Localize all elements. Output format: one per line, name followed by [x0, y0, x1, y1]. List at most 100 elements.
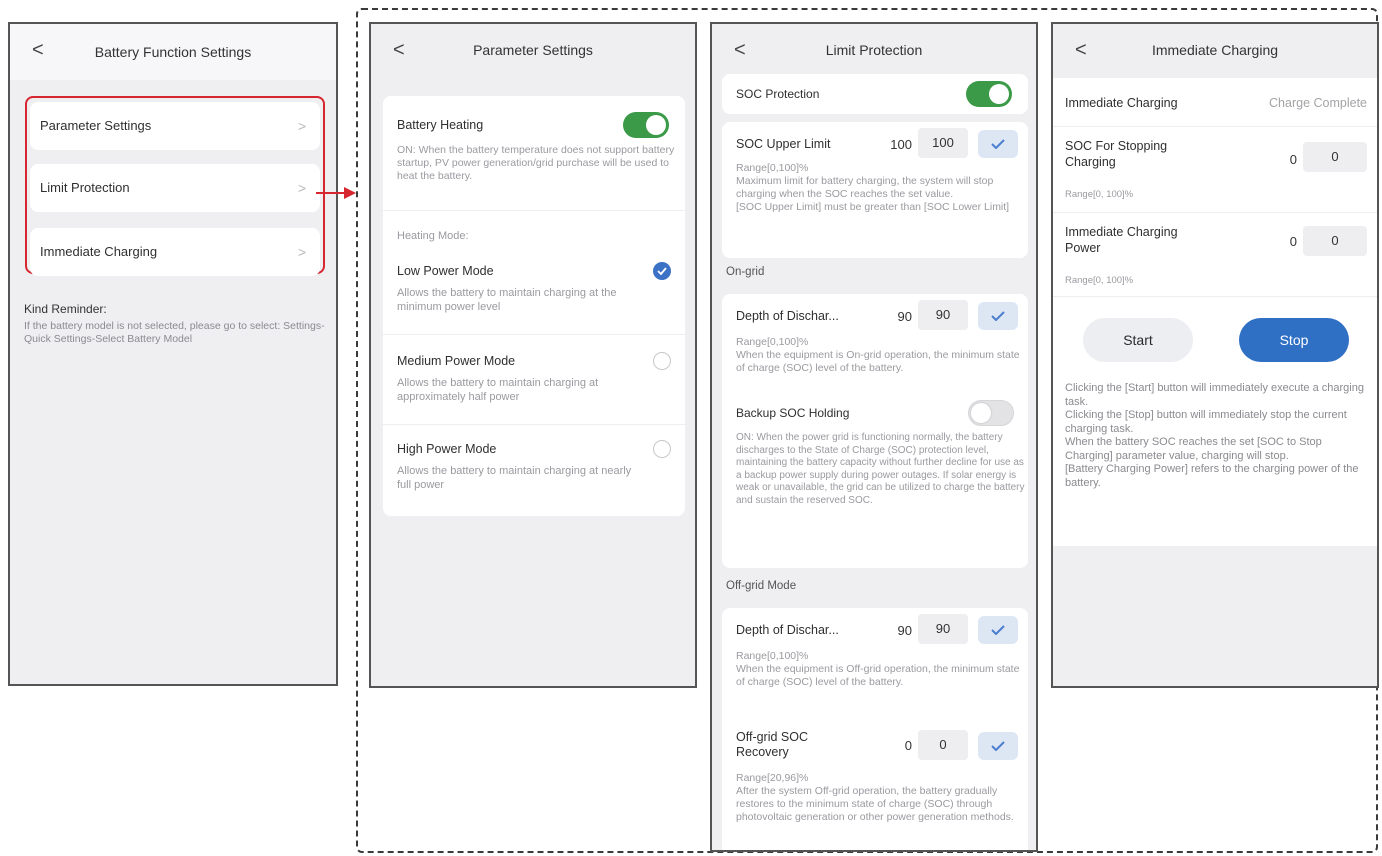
soc-protection-row: SOC Protection — [722, 74, 1028, 114]
menu-item-parameter-settings[interactable]: Parameter Settings > — [30, 102, 320, 150]
backup-soc-holding-label: Backup SOC Holding — [736, 406, 850, 420]
charging-power-label: Immediate Charging Power — [1065, 225, 1178, 255]
on-grid-dod-description: Range[0,100]% When the equipment is On-g… — [736, 336, 1020, 374]
off-grid-card: Depth of Dischar... 90 90 Range[0,100]% … — [722, 608, 1028, 850]
on-grid-dod-input[interactable]: 90 — [918, 300, 968, 330]
header: < Battery Function Settings — [10, 24, 336, 80]
on-grid-dod-label: Depth of Dischar... — [736, 309, 839, 323]
page-title: Parameter Settings — [473, 42, 593, 58]
off-grid-dod-current: 90 — [897, 623, 912, 638]
radio-empty-icon — [653, 440, 671, 458]
checkmark-icon — [991, 741, 1005, 751]
checkmark-icon — [991, 139, 1005, 149]
soc-stop-input[interactable]: 0 — [1303, 142, 1367, 172]
charging-power-input[interactable]: 0 — [1303, 226, 1367, 256]
radio-empty-icon — [653, 352, 671, 370]
chevron-right-icon: > — [297, 118, 306, 134]
header: < Immediate Charging — [1053, 24, 1377, 76]
soc-stop-label: SOC For Stopping Charging — [1065, 139, 1168, 169]
off-grid-dod-input[interactable]: 90 — [918, 614, 968, 644]
backup-soc-holding-toggle[interactable] — [968, 400, 1014, 426]
soc-upper-limit-current: 100 — [890, 137, 912, 152]
off-grid-soc-recovery-input[interactable]: 0 — [918, 730, 968, 760]
header: < Limit Protection — [712, 24, 1036, 76]
mode-option-label: High Power Mode — [397, 442, 497, 456]
charging-notes: Clicking the [Start] button will immedia… — [1065, 382, 1364, 489]
backup-soc-holding-description: ON: When the power grid is functioning n… — [736, 432, 1025, 506]
immediate-charging-status-value: Charge Complete — [1269, 96, 1367, 110]
back-chevron-icon[interactable]: < — [393, 38, 405, 62]
divider — [1053, 212, 1377, 213]
divider — [383, 334, 685, 335]
divider — [383, 424, 685, 425]
toggle-knob — [989, 84, 1009, 104]
charging-power-current: 0 — [1289, 234, 1297, 249]
stop-button[interactable]: Stop — [1239, 318, 1349, 362]
checkmark-icon — [991, 625, 1005, 635]
page-title: Battery Function Settings — [94, 44, 252, 60]
off-grid-dod-label: Depth of Dischar... — [736, 623, 839, 637]
mode-option-description: Allows the battery to maintain charging … — [397, 287, 617, 313]
immediate-charging-status-label: Immediate Charging — [1065, 96, 1178, 110]
menu-item-immediate-charging[interactable]: Immediate Charging > — [30, 228, 320, 276]
parameter-settings-screen: < Parameter Settings Battery Heating ON:… — [369, 22, 697, 688]
page-title: Immediate Charging — [1151, 42, 1279, 58]
kind-reminder-title: Kind Reminder: — [24, 302, 107, 316]
limit-protection-screen: < Limit Protection SOC Protection SOC Up… — [710, 22, 1038, 852]
chevron-right-icon: > — [297, 180, 306, 196]
off-grid-soc-recovery-confirm-button[interactable] — [978, 732, 1018, 760]
on-grid-card: Depth of Dischar... 90 90 Range[0,100]% … — [722, 294, 1028, 568]
header: < Parameter Settings — [371, 24, 695, 76]
toggle-knob — [646, 115, 666, 135]
soc-stop-range: Range[0, 100]% — [1065, 189, 1134, 200]
battery-heating-description: ON: When the battery temperature does no… — [397, 144, 675, 182]
off-grid-dod-confirm-button[interactable] — [978, 616, 1018, 644]
battery-function-settings-screen: < Battery Function Settings Parameter Se… — [8, 22, 338, 686]
checkmark-icon — [991, 311, 1005, 321]
divider — [383, 210, 685, 211]
soc-protection-label: SOC Protection — [736, 87, 820, 101]
off-grid-soc-recovery-description: Range[20,96]% After the system Off-grid … — [736, 772, 1014, 823]
mode-option-label: Medium Power Mode — [397, 354, 516, 368]
on-grid-section-label: On-grid — [726, 266, 765, 278]
mode-option-description: Allows the battery to maintain charging … — [397, 465, 632, 491]
divider — [1053, 126, 1377, 127]
immediate-charging-screen: < Immediate Charging Immediate Charging … — [1051, 22, 1379, 688]
off-grid-dod-description: Range[0,100]% When the equipment is Off-… — [736, 650, 1020, 688]
heating-mode-label: Heating Mode: — [397, 230, 469, 242]
mode-option-low-power[interactable]: Low Power Mode Allows the battery to mai… — [383, 256, 685, 336]
toggle-knob — [971, 403, 991, 423]
soc-upper-limit-input[interactable]: 100 — [918, 128, 968, 158]
page-title: Limit Protection — [825, 42, 923, 58]
start-button[interactable]: Start — [1083, 318, 1193, 362]
back-chevron-icon[interactable]: < — [734, 38, 746, 62]
arrow-right-icon — [316, 186, 358, 199]
off-grid-section-label: Off-grid Mode — [726, 580, 797, 592]
menu-item-label: Parameter Settings — [40, 118, 152, 133]
check-circle-icon — [653, 262, 671, 280]
soc-stop-current: 0 — [1289, 152, 1297, 167]
charging-power-range: Range[0, 100]% — [1065, 275, 1134, 286]
soc-upper-limit-card: SOC Upper Limit 100 100 Range[0,100]% Ma… — [722, 122, 1028, 258]
mode-option-description: Allows the battery to maintain charging … — [397, 377, 599, 403]
mode-option-high-power[interactable]: High Power Mode Allows the battery to ma… — [383, 434, 685, 514]
battery-heating-toggle[interactable] — [623, 112, 669, 138]
off-grid-soc-recovery-current: 0 — [904, 738, 912, 753]
menu-item-label: Immediate Charging — [40, 244, 158, 259]
divider — [1053, 296, 1377, 297]
mode-option-medium-power[interactable]: Medium Power Mode Allows the battery to … — [383, 346, 685, 426]
soc-upper-limit-description: Range[0,100]% Maximum limit for battery … — [736, 162, 1010, 213]
soc-upper-limit-confirm-button[interactable] — [978, 130, 1018, 158]
soc-protection-toggle[interactable] — [966, 81, 1012, 107]
menu-item-limit-protection[interactable]: Limit Protection > — [30, 164, 320, 212]
soc-upper-limit-label: SOC Upper Limit — [736, 137, 831, 151]
on-grid-dod-current: 90 — [897, 309, 912, 324]
back-chevron-icon[interactable]: < — [32, 38, 44, 62]
off-grid-soc-recovery-label: Off-grid SOC Recovery — [736, 730, 809, 759]
on-grid-dod-confirm-button[interactable] — [978, 302, 1018, 330]
back-chevron-icon[interactable]: < — [1075, 38, 1087, 62]
immediate-charging-card: Immediate Charging Charge Complete SOC F… — [1053, 78, 1377, 546]
kind-reminder-text: If the battery model is not selected, pl… — [24, 320, 325, 345]
battery-heating-label: Battery Heating — [397, 118, 484, 132]
mode-option-label: Low Power Mode — [397, 264, 494, 278]
